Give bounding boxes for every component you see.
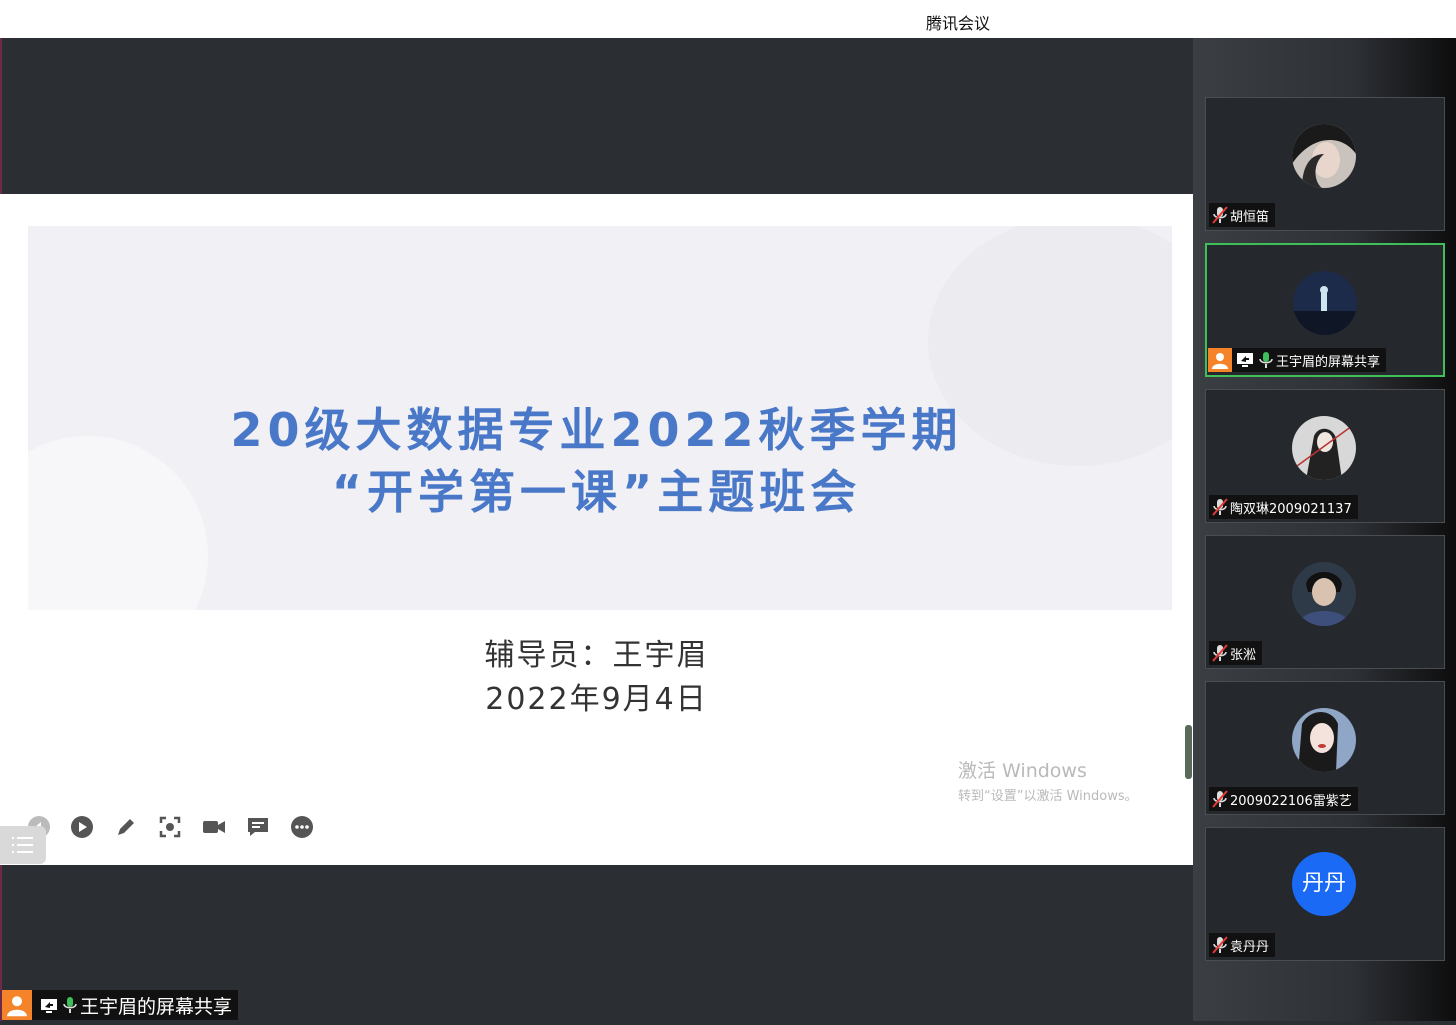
scrollbar-handle[interactable] [1185, 725, 1192, 779]
participant-name-bar: 陶双琳2009021137 [1209, 495, 1358, 519]
participant-avatar-initials: 丹丹 [1292, 852, 1356, 916]
watermark-line1: 激活 Windows [958, 760, 1087, 782]
participant-tile[interactable]: 丹丹 袁丹丹 [1205, 827, 1445, 961]
slide-list-button[interactable] [0, 826, 46, 864]
title-bar: 腾讯会议 [0, 0, 1456, 38]
camera-icon[interactable] [201, 814, 227, 840]
participant-avatar [1292, 708, 1356, 772]
slide-title-line2: “开学第一课”主题班会 [331, 465, 862, 519]
participant-tile[interactable]: 2009022106雷紫艺 [1205, 681, 1445, 815]
participant-avatar [1292, 562, 1356, 626]
participant-tile-active[interactable]: 王宇眉的屏幕共享 [1205, 243, 1445, 377]
screen-share-icon [40, 997, 58, 1013]
host-icon [2, 990, 32, 1020]
participant-tile[interactable]: 张淞 [1205, 535, 1445, 669]
participant-name-bar: 张淞 [1209, 641, 1263, 665]
participant-name: 2009022106雷紫艺 [1230, 793, 1352, 809]
slide-title-line1: 20级大数据专业2022秋季学期 [230, 403, 963, 457]
mic-muted-icon [1212, 936, 1228, 954]
participant-avatar [1292, 416, 1356, 480]
watermark-line2: 转到“设置”以激活 Windows。 [958, 789, 1138, 804]
participant-name-bar: 2009022106雷紫艺 [1209, 787, 1358, 811]
app-title: 腾讯会议 [926, 14, 991, 33]
participant-name-bar: 王宇眉的屏幕共享 [1208, 348, 1387, 372]
slide-title: 20级大数据专业2022秋季学期 “开学第一课”主题班会 [0, 399, 1193, 523]
mic-muted-icon [1212, 498, 1228, 516]
participant-name: 胡恒笛 [1230, 209, 1270, 225]
presentation-slide: 20级大数据专业2022秋季学期 “开学第一课”主题班会 辅导员：王宇眉 202… [0, 194, 1193, 865]
mic-muted-icon [1212, 790, 1228, 808]
host-icon [1208, 348, 1232, 372]
participant-avatar [1293, 271, 1357, 335]
mic-muted-icon [1212, 206, 1228, 224]
more-icon[interactable] [289, 814, 315, 840]
pen-icon[interactable] [113, 814, 139, 840]
screen-share-icon [1236, 352, 1254, 368]
screenshot-icon[interactable] [157, 814, 183, 840]
play-icon[interactable] [69, 814, 95, 840]
comment-icon[interactable] [245, 814, 271, 840]
participant-name: 王宇眉的屏幕共享 [1276, 354, 1381, 370]
presenter-label-bar: 王宇眉的屏幕共享 [2, 990, 239, 1020]
list-icon [12, 837, 33, 853]
participant-avatar [1292, 124, 1356, 188]
participant-name: 陶双琳2009021137 [1230, 501, 1352, 517]
slide-subtitle: 辅导员：王宇眉 2022年9月4日 [0, 634, 1193, 722]
presenter-label: 王宇眉的屏幕共享 [80, 995, 233, 1018]
participant-name: 张淞 [1230, 647, 1257, 663]
participant-tile[interactable]: 陶双琳2009021137 [1205, 389, 1445, 523]
participant-name: 袁丹丹 [1230, 939, 1270, 955]
mic-on-icon [1258, 351, 1274, 369]
participant-name-bar: 袁丹丹 [1209, 933, 1276, 957]
mic-muted-icon [1212, 644, 1228, 662]
participants-panel: 胡恒笛 王宇眉的屏幕共享 陶双琳2009021137 张淞 2009022106… [1193, 38, 1456, 1021]
mic-on-icon [62, 996, 78, 1014]
counselor-label: 辅导员：王宇眉 [484, 638, 709, 673]
participant-tile[interactable]: 胡恒笛 [1205, 97, 1445, 231]
participant-name-bar: 胡恒笛 [1209, 203, 1276, 227]
windows-activation-watermark: 激活 Windows 转到“设置”以激活 Windows。 [958, 756, 1138, 804]
slide-date: 2022年9月4日 [485, 682, 708, 717]
